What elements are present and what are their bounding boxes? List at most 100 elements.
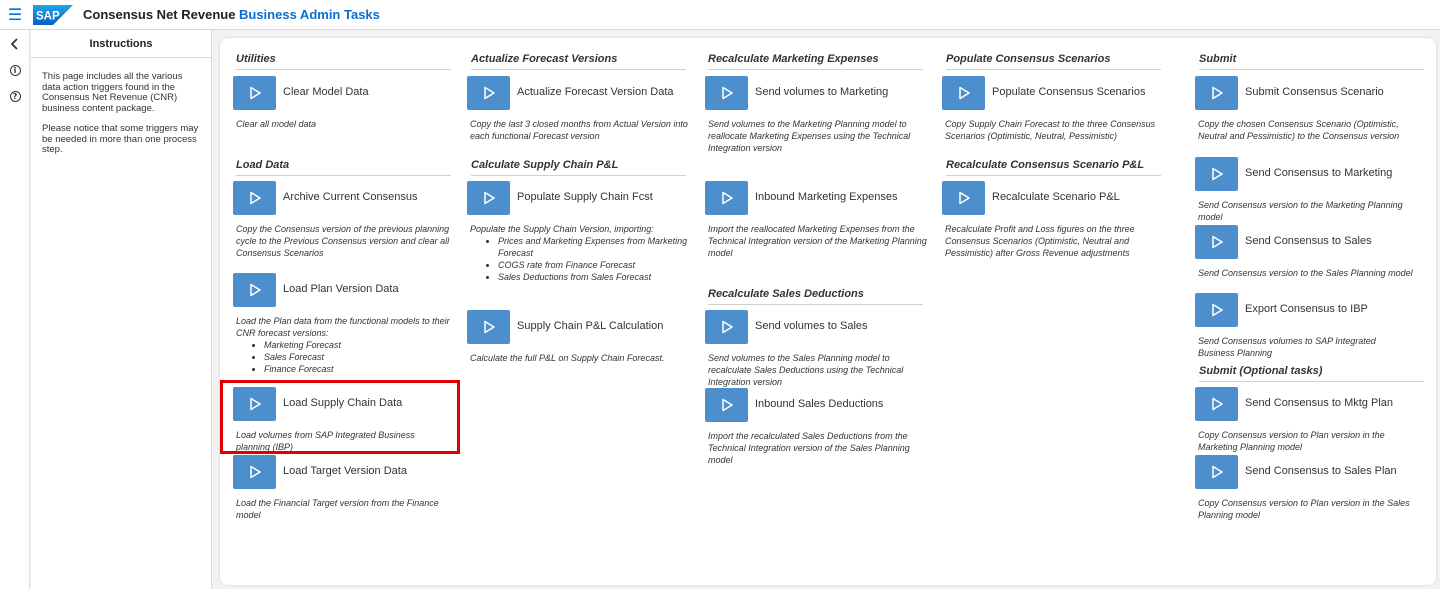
instructions-paragraph: This page includes all the various data … <box>42 71 183 114</box>
play-button[interactable] <box>233 76 276 110</box>
play-icon <box>1211 235 1223 249</box>
tasks-card: Utilities Clear Model Data Clear all mod… <box>220 38 1436 585</box>
task-label[interactable]: Send Consensus to Marketing <box>1245 167 1392 179</box>
instructions-paragraph: Please notice that some triggers may be … <box>42 123 199 155</box>
section-calc-supply: Calculate Supply Chain P&L <box>471 159 686 176</box>
task-label[interactable]: Send volumes to Sales <box>755 320 868 332</box>
play-icon <box>249 86 261 100</box>
task-label[interactable]: Export Consensus to IBP <box>1245 303 1368 315</box>
task-label[interactable]: Inbound Sales Deductions <box>755 398 883 410</box>
play-button[interactable] <box>705 76 748 110</box>
task-label[interactable]: Recalculate Scenario P&L <box>992 191 1120 203</box>
shell-bar: ☰ SAP Consensus Net Revenue Business Adm… <box>0 0 1440 30</box>
section-actualize: Actualize Forecast Versions <box>471 53 686 70</box>
play-button[interactable] <box>1195 293 1238 327</box>
menu-icon[interactable]: ☰ <box>0 0 30 30</box>
svg-text:SAP: SAP <box>36 11 60 23</box>
sap-logo: SAP <box>33 5 73 25</box>
task-label[interactable]: Clear Model Data <box>283 86 369 98</box>
task-description: Send volumes to the Sales Planning model… <box>708 353 904 387</box>
play-icon <box>1211 397 1223 411</box>
play-icon <box>1211 167 1223 181</box>
app-title: Consensus Net Revenue <box>83 7 236 22</box>
task-description: Load the Plan data from the functional m… <box>236 315 456 375</box>
task-label[interactable]: Populate Consensus Scenarios <box>992 86 1145 98</box>
task-description: Copy Consensus version to Plan version i… <box>1198 430 1385 452</box>
play-button[interactable] <box>942 76 985 110</box>
play-button[interactable] <box>467 181 510 215</box>
play-button[interactable] <box>467 76 510 110</box>
task-description: Import the reallocated Marketing Expense… <box>708 224 927 258</box>
play-icon <box>249 283 261 297</box>
list-item: Finance Forecast <box>264 363 456 375</box>
play-button[interactable] <box>1195 387 1238 421</box>
play-button[interactable] <box>1195 225 1238 259</box>
section-submit: Submit <box>1199 53 1424 70</box>
task-label[interactable]: Inbound Marketing Expenses <box>755 191 897 203</box>
play-button[interactable] <box>705 181 748 215</box>
list-item: Sales Forecast <box>264 351 456 363</box>
task-label[interactable]: Load Target Version Data <box>283 465 407 477</box>
task-label[interactable]: Supply Chain P&L Calculation <box>517 320 663 332</box>
play-icon <box>721 398 733 412</box>
play-icon <box>721 86 733 100</box>
task-description: Send Consensus volumes to SAP Integrated… <box>1198 336 1376 358</box>
task-description: Import the recalculated Sales Deductions… <box>708 431 910 465</box>
play-button[interactable] <box>1195 157 1238 191</box>
section-populate-consensus: Populate Consensus Scenarios <box>946 53 1161 70</box>
task-label[interactable]: Load Plan Version Data <box>283 283 399 295</box>
play-button[interactable] <box>942 181 985 215</box>
task-description: Send Consensus version to the Sales Plan… <box>1198 268 1413 278</box>
play-icon <box>249 465 261 479</box>
task-description-text: Load the Plan data from the functional m… <box>236 316 450 338</box>
task-label[interactable]: Send volumes to Marketing <box>755 86 888 98</box>
play-button[interactable] <box>1195 76 1238 110</box>
play-icon <box>721 320 733 334</box>
section-utilities: Utilities <box>236 53 451 70</box>
task-label[interactable]: Send Consensus to Mktg Plan <box>1245 397 1393 409</box>
list-item: COGS rate from Finance Forecast <box>498 259 692 271</box>
play-icon <box>249 191 261 205</box>
task-description: Clear all model data <box>236 119 317 129</box>
play-icon <box>1211 303 1223 317</box>
play-icon <box>483 320 495 334</box>
instructions-text: This page includes all the various data … <box>31 58 211 156</box>
task-description: Copy the chosen Consensus Scenario (Opti… <box>1198 119 1400 141</box>
help-icon[interactable]: ? <box>0 85 30 107</box>
instructions-title: Instructions <box>31 30 211 58</box>
task-description: Copy the last 3 closed months from Actua… <box>470 119 688 141</box>
play-button[interactable] <box>467 310 510 344</box>
list-item: Prices and Marketing Expenses from Marke… <box>498 235 692 259</box>
info-icon[interactable]: i <box>0 59 30 81</box>
play-button[interactable] <box>233 455 276 489</box>
section-submit-optional: Submit (Optional tasks) <box>1199 365 1424 382</box>
task-label[interactable]: Submit Consensus Scenario <box>1245 86 1384 98</box>
play-icon <box>1211 465 1223 479</box>
play-icon <box>483 86 495 100</box>
task-description: Copy Supply Chain Forecast to the three … <box>945 119 1156 141</box>
task-description: Calculate the full P&L on Supply Chain F… <box>470 353 665 363</box>
play-button[interactable] <box>1195 455 1238 489</box>
play-icon <box>721 191 733 205</box>
task-label[interactable]: Actualize Forecast Version Data <box>517 86 674 98</box>
task-description: Populate the Supply Chain Version, impor… <box>470 223 692 283</box>
play-icon <box>483 191 495 205</box>
play-icon <box>1211 86 1223 100</box>
play-button[interactable] <box>705 310 748 344</box>
play-button[interactable] <box>233 387 276 421</box>
play-button[interactable] <box>233 273 276 307</box>
task-description: Load the Financial Target version from t… <box>236 498 439 520</box>
play-icon <box>249 397 261 411</box>
task-description: Send Consensus version to the Marketing … <box>1198 200 1403 222</box>
chevron-left-icon[interactable] <box>0 33 30 55</box>
play-button[interactable] <box>705 388 748 422</box>
task-label[interactable]: Send Consensus to Sales <box>1245 235 1372 247</box>
play-button[interactable] <box>233 181 276 215</box>
task-label[interactable]: Load Supply Chain Data <box>283 397 402 409</box>
task-description: Load volumes from SAP Integrated Busines… <box>236 430 415 452</box>
task-label[interactable]: Populate Supply Chain Fcst <box>517 191 653 203</box>
list-item: Marketing Forecast <box>264 339 456 351</box>
page-name: Business Admin Tasks <box>239 7 380 22</box>
task-label[interactable]: Send Consensus to Sales Plan <box>1245 465 1397 477</box>
task-label[interactable]: Archive Current Consensus <box>283 191 418 203</box>
